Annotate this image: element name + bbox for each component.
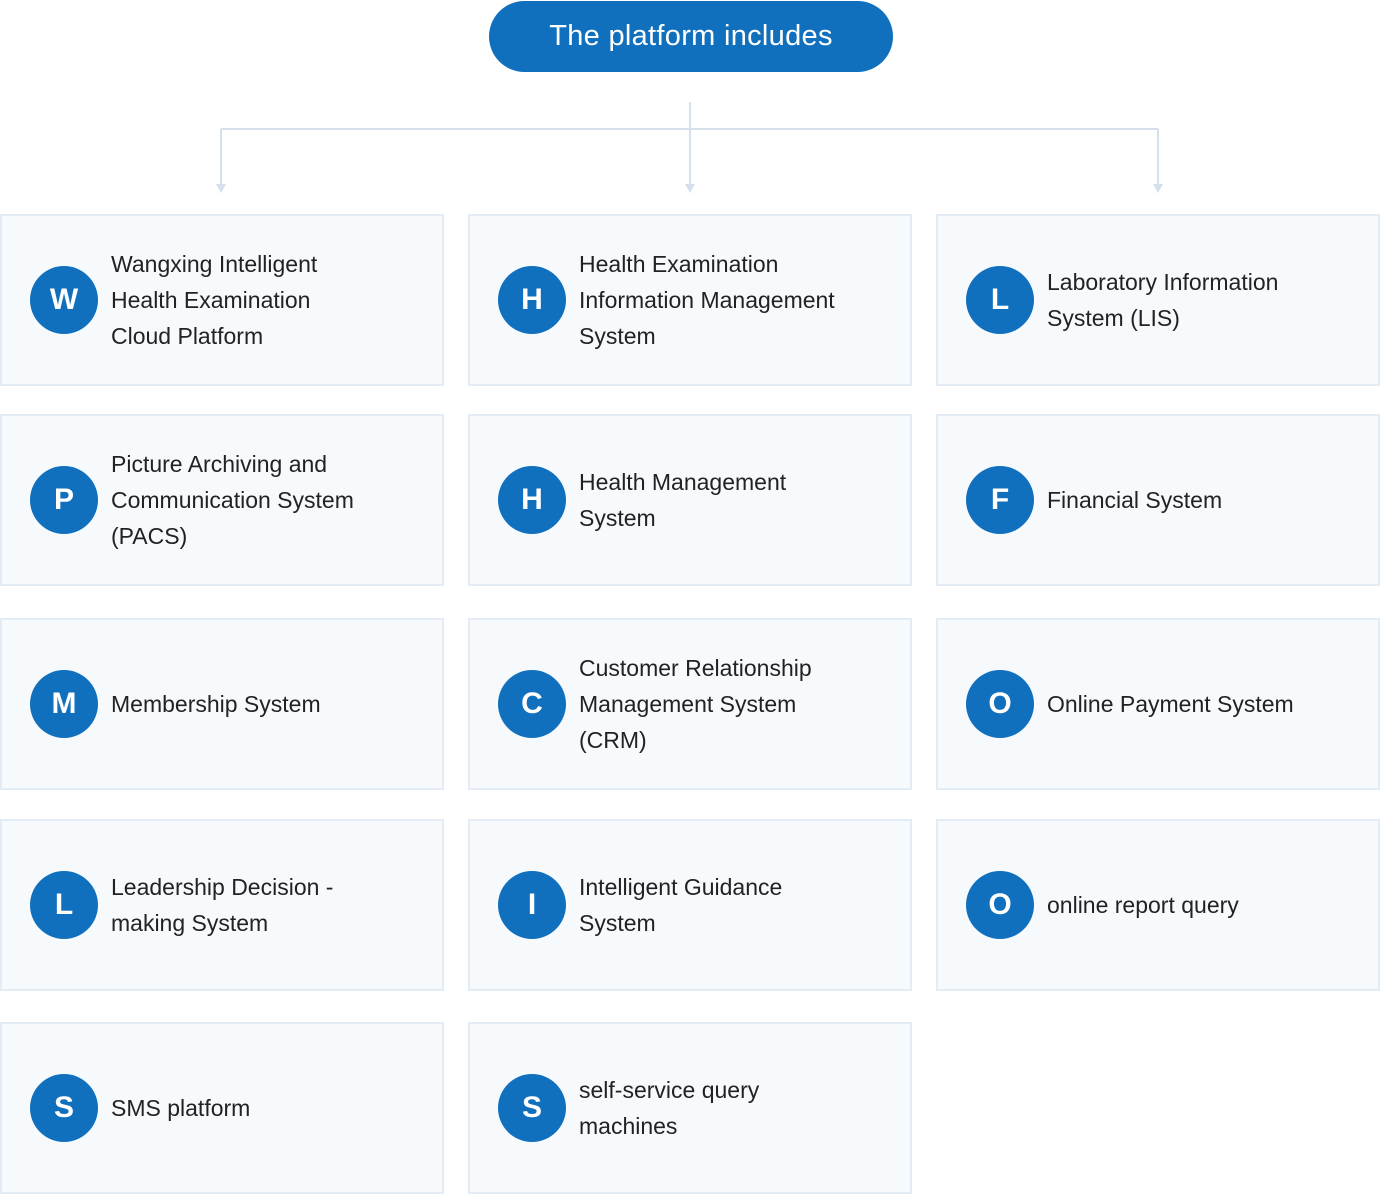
system-label: Picture Archiving and Communication Syst…	[111, 451, 354, 549]
system-card-leadership-decision: L Leadership Decision -making System	[0, 819, 444, 991]
badge-icon: L	[966, 266, 1034, 334]
system-label: online report query	[1047, 892, 1239, 918]
system-label: Wangxing Intelligent Health Examination …	[111, 251, 318, 349]
system-label: Online Payment System	[1047, 691, 1294, 717]
badge-icon: F	[966, 466, 1034, 534]
system-card-membership: M Membership System	[0, 618, 444, 790]
system-label: Laboratory Information System (LIS)	[1047, 269, 1279, 331]
badge-icon: O	[966, 670, 1034, 738]
system-label: SMS platform	[111, 1095, 251, 1121]
arrow-center-icon	[685, 184, 695, 193]
system-label: self-service query machines	[579, 1077, 760, 1139]
system-card-health-management: H Health Management System	[468, 414, 912, 586]
badge-icon: I	[498, 871, 566, 939]
system-card-online-report-query: O online report query	[936, 819, 1380, 991]
system-label: Customer Relationship Management System …	[579, 655, 812, 753]
system-card-crm: C Customer Relationship Management Syste…	[468, 618, 912, 790]
system-card-wangxing-cloud: W Wangxing Intelligent Health Examinatio…	[0, 214, 444, 386]
system-label: Intelligent Guidance System	[579, 874, 783, 936]
system-card-pacs: P Picture Archiving and Communication Sy…	[0, 414, 444, 586]
connector-lines	[216, 102, 1163, 193]
badge-icon: W	[30, 266, 98, 334]
system-card-sms-platform: S SMS platform	[0, 1022, 444, 1194]
badge-icon: O	[966, 871, 1034, 939]
system-label: Health Management System	[579, 469, 787, 531]
badge-icon: M	[30, 670, 98, 738]
badge-icon: S	[498, 1074, 566, 1142]
badge-icon: H	[498, 466, 566, 534]
system-card-lis: L Laboratory Information System (LIS)	[936, 214, 1380, 386]
badge-icon: H	[498, 266, 566, 334]
system-card-intelligent-guidance: I Intelligent Guidance System	[468, 819, 912, 991]
system-label: Financial System	[1047, 487, 1223, 513]
system-card-health-exam-ims: H Health Examination Information Managem…	[468, 214, 912, 386]
system-card-online-payment: O Online Payment System	[936, 618, 1380, 790]
badge-icon: L	[30, 871, 98, 939]
system-label: Health Examination Information Managemen…	[579, 251, 835, 349]
system-label: Membership System	[111, 691, 321, 717]
badge-icon: P	[30, 466, 98, 534]
system-card-self-service-query: S self-service query machines	[468, 1022, 912, 1194]
system-label: Leadership Decision -making System	[111, 874, 334, 936]
badge-icon: S	[30, 1074, 98, 1142]
badge-icon: C	[498, 670, 566, 738]
system-card-financial: F Financial System	[936, 414, 1380, 586]
arrow-right-icon	[1153, 184, 1163, 193]
arrow-left-icon	[216, 184, 226, 193]
